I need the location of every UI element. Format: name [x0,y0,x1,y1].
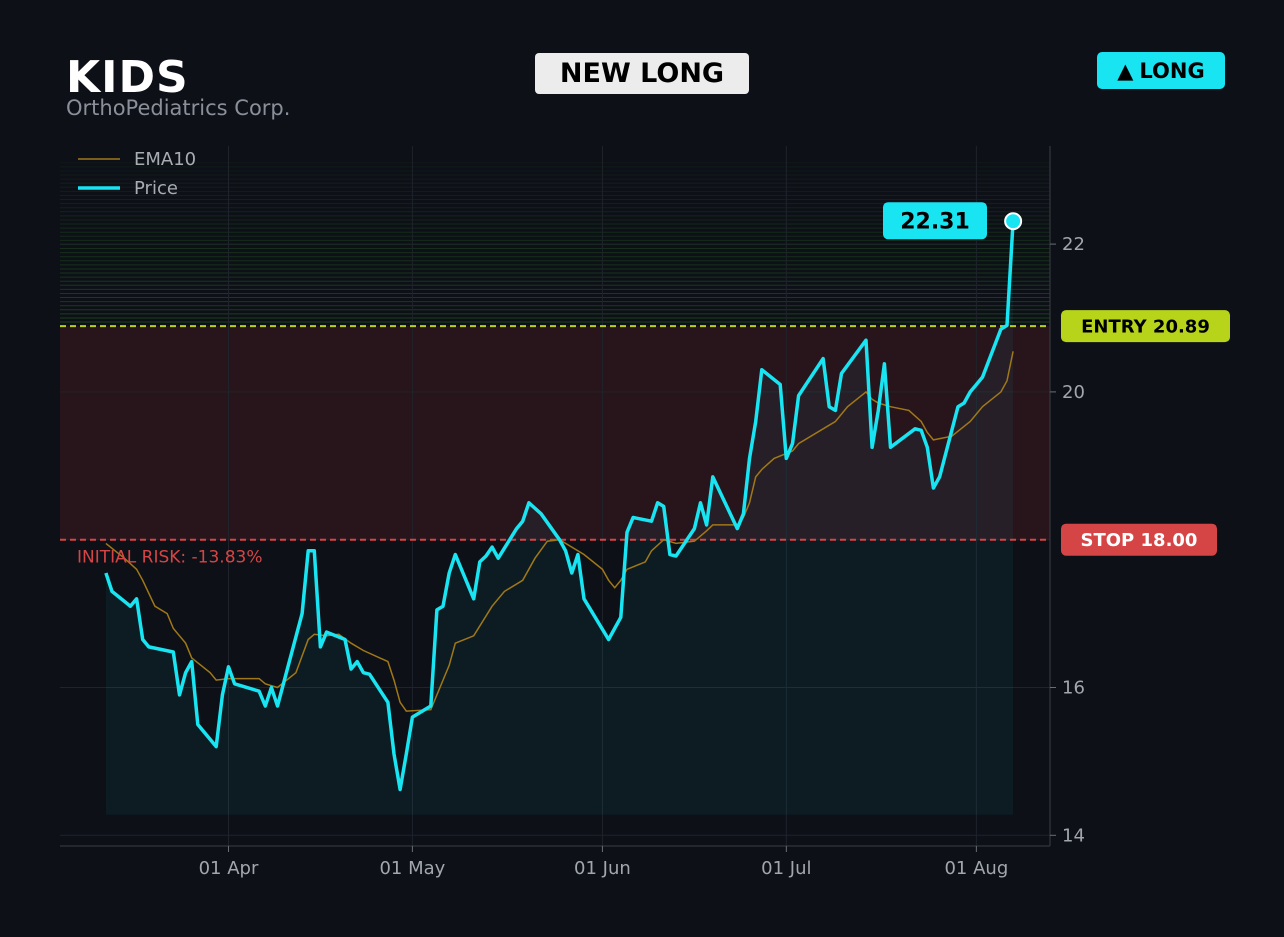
price-chart: 01 Apr 01 May 01 Jun 01 Jul 01 Aug 14 16 20 22 E… [60,146,1230,879]
x-tick-label: 01 Apr [199,858,259,879]
legend-label-price: Price [134,178,178,199]
x-tick-label: 01 May [379,858,445,879]
initial-risk-label: INITIAL RISK: -13.83% [77,548,263,568]
x-tick-label: 01 Aug [944,858,1008,879]
entry-tag-text: ENTRY 20.89 [1081,317,1210,338]
last-price-tag: 22.31 [883,202,987,240]
stop-tag-text: STOP 18.00 [1081,530,1198,551]
x-tick-label: 01 Jul [761,858,811,879]
x-tick-label: 01 Jun [574,858,631,879]
entry-tag: ENTRY 20.89 [1061,310,1230,343]
y-tick-label: 14 [1062,825,1085,846]
stop-tag: STOP 18.00 [1061,523,1217,556]
last-price-tag-text: 22.31 [900,210,970,235]
y-tick-label: 20 [1062,382,1085,403]
last-price-dot [1004,212,1023,231]
y-tick-label: 22 [1062,234,1085,255]
y-tick-label: 16 [1062,678,1085,699]
legend-label-ema10: EMA10 [134,149,196,170]
